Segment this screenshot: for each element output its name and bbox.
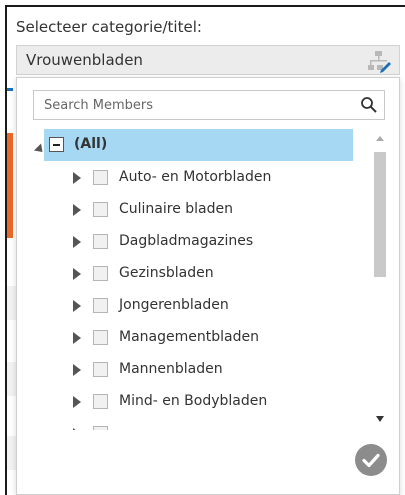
scroll-thumb[interactable] [374, 152, 386, 277]
hierarchy-edit-icon[interactable] [367, 49, 391, 73]
vertical-scrollbar[interactable] [372, 128, 388, 430]
tree-row-label: Mind- en Bodybladen [119, 393, 268, 409]
tree-row-all[interactable]: (All) [44, 129, 353, 161]
ok-button[interactable] [355, 444, 387, 476]
filter-label: Selecteer categorie/titel: [16, 18, 202, 36]
checkbox[interactable] [93, 170, 108, 185]
tree-row-label: Mannenbladen [119, 361, 223, 377]
tree-row[interactable]: Managementbladen [35, 322, 373, 354]
tree-row-label: Culinaire bladen [119, 201, 234, 217]
tree-row-partial[interactable] [35, 418, 373, 430]
expand-icon[interactable] [73, 268, 81, 280]
expand-icon[interactable] [73, 332, 81, 344]
checkbox-all-indeterminate[interactable] [49, 137, 64, 152]
tree-row[interactable]: Culinaire bladen [35, 194, 373, 226]
members-dropdown: (All) Auto- en Motorbladen Culinaire bla… [16, 77, 400, 495]
tree-row[interactable]: Jongerenbladen [35, 290, 373, 322]
expand-icon[interactable] [73, 236, 81, 248]
tree-row[interactable]: Auto- en Motorbladen [35, 162, 373, 194]
tree-row[interactable]: Mannenbladen [35, 354, 373, 386]
checkbox[interactable] [93, 266, 108, 281]
expand-icon[interactable] [73, 172, 81, 184]
background-accent-orange [7, 133, 13, 238]
tree-row[interactable]: Mind- en Bodybladen [35, 386, 373, 418]
scroll-down-icon[interactable] [376, 416, 384, 422]
expand-icon[interactable] [73, 396, 81, 408]
tree-row-label: Gezinsbladen [119, 265, 214, 281]
search-input[interactable] [34, 91, 354, 119]
tree-row-all-label: (All) [74, 136, 108, 152]
checkmark-icon [362, 453, 380, 468]
search-icon[interactable] [360, 96, 378, 114]
checkbox[interactable] [93, 202, 108, 217]
tree-row-label: Auto- en Motorbladen [119, 169, 272, 185]
checkbox[interactable] [93, 298, 108, 313]
expand-icon[interactable] [73, 300, 81, 312]
background-accent-blue [7, 88, 13, 91]
search-box [33, 90, 385, 120]
checkbox[interactable] [93, 234, 108, 249]
category-select[interactable]: Vrouwenbladen [16, 45, 400, 75]
tree-row-label: Managementbladen [119, 329, 259, 345]
selected-value: Vrouwenbladen [26, 51, 143, 69]
member-tree: (All) Auto- en Motorbladen Culinaire bla… [17, 128, 373, 430]
expand-icon[interactable] [73, 204, 81, 216]
scroll-up-icon[interactable] [376, 136, 384, 141]
tree-row-label: Jongerenbladen [119, 297, 229, 313]
tree-row[interactable]: Dagbladmagazines [35, 226, 373, 258]
expand-icon[interactable] [73, 364, 81, 376]
checkbox[interactable] [93, 330, 108, 345]
tree-row-label: Dagbladmagazines [119, 233, 254, 249]
checkbox[interactable] [93, 362, 108, 377]
expand-icon[interactable] [73, 428, 81, 430]
checkbox[interactable] [93, 394, 108, 409]
tree-row[interactable]: Gezinsbladen [35, 258, 373, 290]
checkbox[interactable] [93, 426, 108, 430]
